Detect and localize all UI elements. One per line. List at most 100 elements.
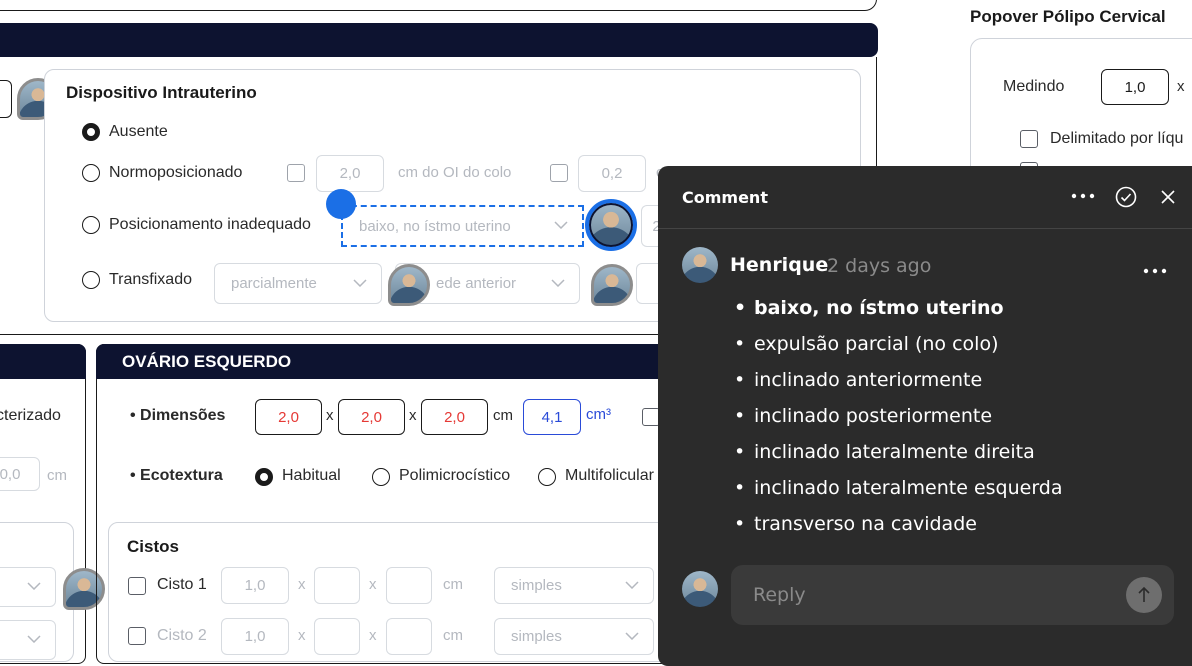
arrow-up-icon [1138, 586, 1150, 602]
ecotextura-label: • Ecotextura [130, 467, 223, 484]
dim-unit: cm [493, 407, 513, 424]
comment-list-item: inclinado anteriormente [734, 369, 1063, 405]
radio-posicionamento-inadequado-label: Posicionamento inadequado [109, 216, 311, 233]
ovario-title: OVÁRIO ESQUERDO [122, 351, 292, 371]
cisto-2-input-1[interactable]: 1,0 [221, 618, 289, 655]
cisto-1-label: Cisto 1 [157, 576, 207, 593]
inadequado-select[interactable]: baixo, no ístmo uterino [341, 205, 584, 247]
more-options-icon[interactable] [1071, 193, 1095, 199]
cisto-1-type-select[interactable]: simples [494, 567, 654, 604]
medindo-input[interactable]: 1,0 [1101, 69, 1169, 105]
reply-input[interactable]: Reply [731, 565, 1174, 625]
normo-distance-input[interactable]: 2,0 [316, 155, 384, 192]
cistos-title: Cistos [127, 537, 179, 556]
cisto-2-type-select[interactable]: simples [494, 618, 654, 655]
inadequado-select-value: baixo, no ístmo uterino [359, 217, 511, 235]
normo-second-input[interactable]: 0,2 [578, 155, 646, 192]
comment-list-item: inclinado lateralmente direita [734, 441, 1063, 477]
chevron-down-icon [353, 278, 367, 287]
ovario-header: OVÁRIO ESQUERDO [96, 344, 696, 379]
left-partial-header [0, 344, 86, 379]
normo-checkbox-2[interactable] [550, 164, 568, 182]
cisto-2-unit: cm [443, 627, 463, 644]
close-icon[interactable] [1160, 189, 1176, 205]
cisto-2-label: Cisto 2 [157, 627, 207, 644]
author-avatar [682, 247, 718, 283]
delimitado-checkbox[interactable] [1020, 130, 1038, 148]
radio-polimicrocistico-label: Polimicrocístico [399, 467, 511, 484]
medindo-label: Medindo [1003, 78, 1065, 95]
section-header-bar [0, 23, 878, 57]
dim-input-3[interactable]: 2,0 [421, 399, 488, 435]
comment-timestamp: 2 days ago [827, 255, 932, 277]
dim-x-2: x [409, 407, 417, 424]
cisto-1-input-3[interactable] [386, 567, 432, 604]
resolve-check-icon[interactable] [1115, 186, 1137, 208]
cisto-2-input-3[interactable] [386, 618, 432, 655]
transfixado-select-2-value: ede anterior [436, 275, 517, 292]
cisto-2-checkbox[interactable] [128, 627, 146, 645]
chevron-down-icon [27, 635, 41, 643]
normo-unit-label: cm do OI do colo [398, 164, 512, 181]
radio-habitual[interactable] [255, 468, 273, 486]
iud-title: Dispositivo Intrauterino [66, 83, 257, 102]
volume-input[interactable]: 4,1 [523, 399, 581, 435]
left-partial-select-2[interactable] [0, 620, 56, 660]
comment-pin-dot[interactable] [326, 189, 356, 219]
collaborator-avatar[interactable] [388, 264, 430, 306]
comment-more-icon[interactable] [1143, 268, 1167, 274]
left-partial-unit: cm [47, 467, 67, 484]
radio-normoposicionado[interactable] [82, 164, 100, 182]
cisto-1-unit: cm [443, 576, 463, 593]
cisto-2-x-2: x [369, 627, 377, 644]
cisto-1-input-1[interactable]: 1,0 [221, 567, 289, 604]
comment-author: Henrique [730, 254, 829, 276]
popover-title: Popover Pólipo Cervical [970, 7, 1166, 26]
radio-normoposicionado-label: Normoposicionado [109, 164, 243, 181]
radio-polimicrocistico[interactable] [372, 468, 390, 486]
comment-list-item: inclinado lateralmente esquerda [734, 477, 1063, 513]
dim-input-1[interactable]: 2,0 [255, 399, 322, 435]
chevron-down-icon [554, 221, 568, 229]
cisto-1-checkbox[interactable] [128, 577, 146, 595]
collaborator-avatar[interactable] [591, 264, 633, 306]
left-partial-input[interactable]: 0,0 [0, 457, 40, 491]
radio-transfixado-label: Transfixado [109, 271, 192, 288]
current-user-avatar [682, 571, 718, 607]
reply-placeholder: Reply [753, 584, 806, 606]
radio-habitual-label: Habitual [282, 467, 341, 484]
comment-list-item: inclinado posteriormente [734, 405, 1063, 441]
radio-multifolicular[interactable] [538, 468, 556, 486]
comment-list-item: transverso na cavidade [734, 513, 1063, 549]
chevron-down-icon [27, 582, 41, 590]
comment-list: baixo, no ístmo uterino expulsão parcial… [734, 297, 1063, 549]
chevron-down-icon [625, 580, 639, 589]
medindo-x: x [1177, 78, 1185, 95]
left-edge-input[interactable] [0, 80, 12, 118]
dim-x-1: x [326, 407, 334, 424]
card-top-edge [0, 0, 877, 11]
dim-input-2[interactable]: 2,0 [338, 399, 405, 435]
chevron-down-icon [625, 631, 639, 640]
active-comment-avatar[interactable] [585, 199, 637, 251]
transfixado-select-1[interactable]: parcialmente [214, 263, 382, 304]
radio-transfixado[interactable] [82, 271, 100, 289]
cisto-1-type-value: simples [511, 577, 562, 594]
transfixado-select-1-value: parcialmente [231, 275, 317, 292]
send-button[interactable] [1126, 577, 1162, 613]
comment-list-item: expulsão parcial (no colo) [734, 333, 1063, 369]
volume-unit: cm³ [586, 406, 611, 423]
comment-divider [658, 228, 1192, 229]
radio-posicionamento-inadequado[interactable] [82, 216, 100, 234]
radio-ausente-label: Ausente [109, 123, 168, 140]
cisto-1-x-1: x [298, 576, 306, 593]
radio-ausente[interactable] [82, 123, 100, 141]
chevron-down-icon [551, 278, 565, 287]
cisto-1-input-2[interactable] [314, 567, 360, 604]
normo-checkbox-1[interactable] [287, 164, 305, 182]
cisto-2-input-2[interactable] [314, 618, 360, 655]
left-partial-select[interactable] [0, 567, 56, 607]
cisto-2-type-value: simples [511, 628, 562, 645]
left-partial-text: cterizado [0, 407, 61, 424]
comment-header-title: Comment [682, 188, 768, 207]
